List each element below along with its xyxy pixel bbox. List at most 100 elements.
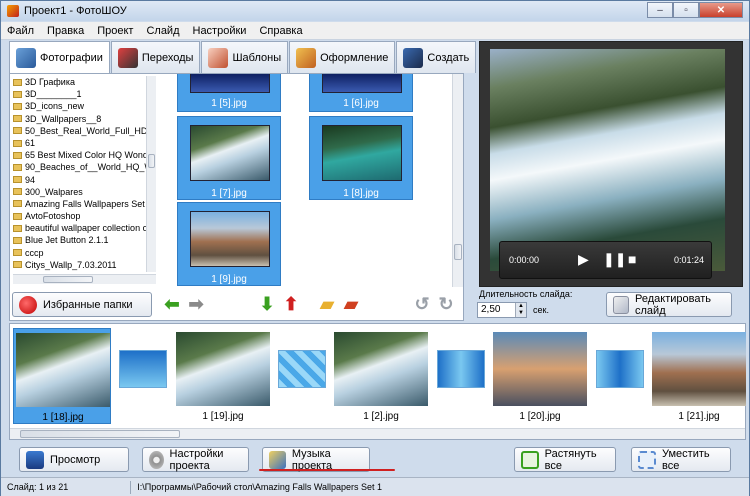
thumbnail-image — [190, 211, 270, 267]
stretch-icon — [521, 450, 539, 469]
transition-item[interactable] — [119, 350, 167, 388]
window-title: Проект1 - ФотоШОУ — [24, 5, 127, 17]
slide-duration-input[interactable]: 2,50 ▲ ▼ — [477, 302, 527, 318]
slide-item[interactable]: 1 [2].jpg — [332, 328, 430, 424]
preview-button[interactable]: Просмотр — [19, 447, 129, 472]
folder-icon — [13, 237, 22, 245]
favorites-button[interactable]: Избранные папки — [12, 292, 152, 317]
slide-image — [334, 332, 428, 406]
pause-icon[interactable]: ❚❚ — [603, 251, 626, 268]
minimize-button[interactable]: ‒ — [647, 2, 673, 18]
folder-icon — [13, 151, 22, 159]
menu-project[interactable]: Проект — [97, 25, 133, 37]
close-button[interactable]: ✕ — [699, 2, 743, 18]
tab-transitions[interactable]: Переходы — [110, 41, 201, 73]
title-bar: Проект1 - ФотоШОУ ‒ ▫ ✕ — [1, 1, 749, 21]
transition-item[interactable] — [596, 350, 644, 388]
menu-edit[interactable]: Правка — [47, 25, 84, 37]
menu-file[interactable]: Файл — [7, 25, 34, 37]
transition-item[interactable] — [278, 350, 326, 388]
menu-help[interactable]: Справка — [259, 25, 302, 37]
folder-item[interactable]: Amazing Falls Wallpapers Set 1 — [13, 198, 149, 210]
stop-icon[interactable]: ■ — [628, 251, 636, 267]
folder-item[interactable]: 3D________1 — [13, 88, 149, 100]
folder-item[interactable]: 3D_icons_new — [13, 100, 149, 112]
folder-icon — [13, 200, 22, 208]
music-underline — [259, 469, 395, 471]
menu-settings[interactable]: Настройки — [193, 25, 247, 37]
fit-icon — [638, 450, 656, 469]
back-arrow-icon[interactable]: ⬅ — [162, 294, 182, 314]
tab-photos[interactable]: Фотографии — [9, 41, 110, 74]
slide-item[interactable]: 1 [20].jpg — [491, 328, 589, 424]
rotate-left-icon[interactable]: ↺ — [412, 294, 432, 314]
folder-icon — [13, 176, 22, 184]
thumbnail-item[interactable]: 1 [7].jpg — [177, 116, 281, 200]
bottom-toolbar: Просмотр Настройки проекта Музыка проект… — [1, 442, 749, 478]
folder-item[interactable]: cccp — [13, 247, 149, 259]
monitor-icon — [26, 450, 44, 469]
menu-bar: Файл Правка Проект Слайд Настройки Справ… — [1, 22, 749, 40]
remove-folder-icon[interactable]: ▰ — [341, 294, 361, 314]
remove-up-arrow-icon[interactable]: ⬆ — [281, 294, 301, 314]
slide-item[interactable]: 1 [21].jpg — [650, 328, 748, 424]
thumbnail-item[interactable]: 1 [6].jpg — [309, 74, 413, 112]
maximize-button[interactable]: ▫ — [673, 2, 699, 18]
folder-icon — [13, 102, 22, 110]
folder-icon — [13, 127, 22, 135]
seconds-unit: сек. — [533, 305, 549, 315]
folder-item[interactable]: 90_Beaches_of__World_HQ_W — [13, 161, 149, 173]
folder-tree-hscroll[interactable] — [13, 274, 156, 284]
slide-image — [652, 332, 746, 406]
folder-item[interactable]: 3D_Wallpapers__8 — [13, 113, 149, 125]
scroll-thumb[interactable] — [43, 276, 93, 283]
thumbnail-grid-vscroll[interactable] — [452, 74, 463, 287]
music-icon — [269, 450, 286, 469]
slide-item[interactable]: 1 [19].jpg — [174, 328, 272, 424]
play-icon[interactable]: ▶ — [578, 251, 589, 268]
forward-arrow-icon[interactable]: ➡ — [186, 294, 206, 314]
scroll-thumb[interactable] — [148, 154, 155, 168]
current-time: 0:00:00 — [509, 255, 540, 265]
edit-slide-button[interactable]: Редактировать слайд — [606, 292, 732, 317]
folder-item[interactable]: AvtoFotoshop — [13, 210, 149, 222]
folder-icon — [13, 115, 22, 123]
folder-item[interactable]: Blue Jet Button 2.1.1 — [13, 234, 149, 246]
folder-icon — [13, 249, 22, 257]
spinner-arrows-icon[interactable]: ▲ ▼ — [515, 303, 526, 317]
tab-design[interactable]: Оформление — [289, 41, 396, 73]
thumbnail-item[interactable]: 1 [9].jpg — [177, 202, 281, 286]
add-down-arrow-icon[interactable]: ⬇ — [257, 294, 277, 314]
stretch-all-button[interactable]: Растянуть все — [514, 447, 616, 472]
folder-item[interactable]: 61 — [13, 137, 149, 149]
fit-all-button[interactable]: Уместить все — [631, 447, 731, 472]
thumbnail-item[interactable]: 1 [5].jpg — [177, 74, 281, 112]
folder-item[interactable]: 94 — [13, 174, 149, 186]
folder-item[interactable]: 65 Best Mixed Color HQ Wonde — [13, 149, 149, 161]
timeline-hscroll[interactable] — [10, 428, 745, 439]
photos-toolbar: Избранные папки ⬅ ➡ ⬇ ⬆ ▰ ▰ ↺ ↻ — [10, 290, 463, 318]
rotate-right-icon[interactable]: ↻ — [436, 294, 456, 314]
folder-icon — [13, 188, 22, 196]
tab-templates[interactable]: Шаблоны — [201, 41, 289, 73]
transitions-icon — [117, 47, 138, 68]
folder-item[interactable]: 3D Графика — [13, 76, 149, 88]
preview-image — [490, 49, 725, 271]
project-settings-button[interactable]: Настройки проекта — [142, 447, 249, 472]
transition-item[interactable] — [437, 350, 485, 388]
scroll-thumb[interactable] — [20, 430, 180, 438]
folder-item[interactable]: Citys_Wallp_7.03.2011 — [13, 259, 149, 271]
folder-item[interactable]: 50_Best_Real_World_Full_HD_ — [13, 125, 149, 137]
thumbnail-item[interactable]: 1 [8].jpg — [309, 116, 413, 200]
folder-item[interactable]: 300_Walpares — [13, 186, 149, 198]
slide-item[interactable]: 1 [18].jpg — [13, 328, 111, 424]
slide-image — [16, 333, 110, 407]
add-folder-icon[interactable]: ▰ — [317, 294, 337, 314]
app-icon — [7, 5, 19, 17]
folder-path: I:\Программы\Рабочий стол\Amazing Falls … — [137, 482, 383, 492]
folder-item[interactable]: beautiful wallpaper collection of — [13, 222, 149, 234]
total-time: 0:01:24 — [674, 255, 705, 265]
menu-slide[interactable]: Слайд — [146, 25, 179, 37]
tab-create[interactable]: Создать — [396, 41, 477, 73]
scroll-thumb[interactable] — [454, 244, 462, 260]
